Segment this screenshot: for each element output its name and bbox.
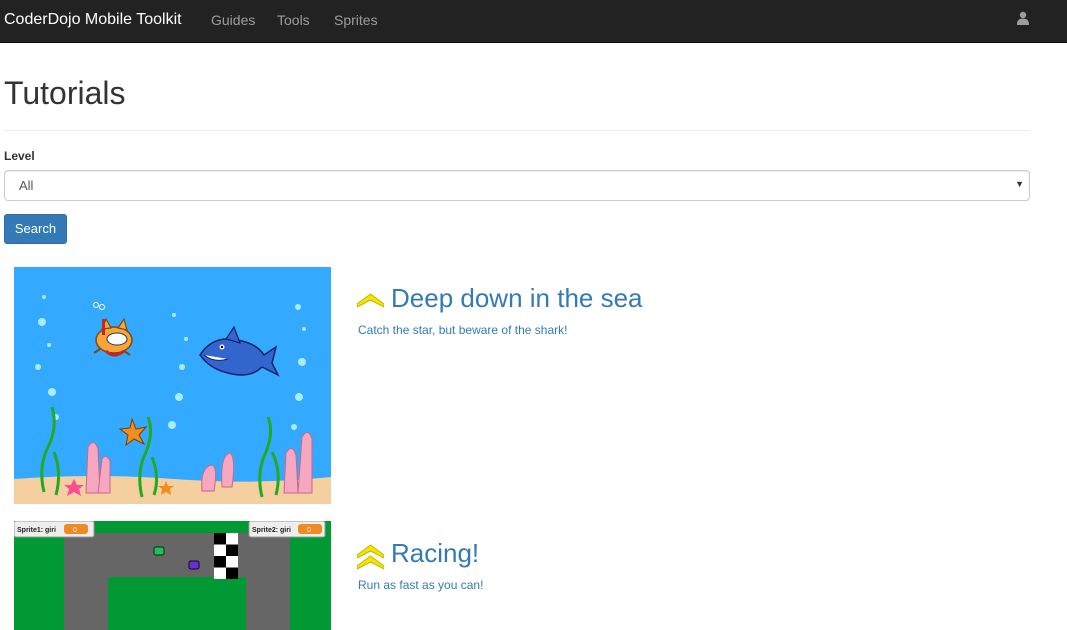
brand-link[interactable]: CoderDojo Mobile Toolkit: [4, 11, 182, 29]
tutorial-title-racing[interactable]: Racing!: [391, 538, 479, 569]
nav-sprites[interactable]: Sprites: [334, 12, 378, 28]
chevron-down-icon: ▼: [1015, 179, 1024, 189]
tutorial-thumbnail-racing[interactable]: Sprite1: giri 0 Sprite2: giri 0: [14, 521, 331, 630]
double-chevron-up-icon: [356, 544, 385, 575]
single-chevron-up-icon: [356, 292, 385, 313]
navbar: CoderDojo Mobile Toolkit Guides Tools Sp…: [0, 0, 1067, 43]
level-label: Level: [4, 149, 35, 163]
tutorial-thumbnail-sea[interactable]: [14, 267, 331, 504]
sprite2-label: Sprite2: giri: [252, 527, 291, 534]
sprite2-value: 0: [307, 527, 311, 534]
level-select[interactable]: All ▼: [4, 170, 1030, 201]
tutorial-description-racing: Run as fast as you can!: [358, 578, 484, 592]
search-button[interactable]: Search: [4, 214, 67, 244]
nav-tools[interactable]: Tools: [277, 12, 310, 28]
tutorial-title-sea[interactable]: Deep down in the sea: [391, 283, 643, 314]
tutorial-description-sea: Catch the star, but beware of the shark!: [358, 323, 568, 337]
title-divider: [4, 130, 1030, 131]
user-icon[interactable]: [1016, 11, 1030, 25]
page-title: Tutorials: [4, 75, 126, 111]
sprite1-value: 0: [73, 527, 77, 534]
sprite1-label: Sprite1: giri: [17, 527, 56, 534]
level-select-value: All: [19, 178, 34, 193]
nav-guides[interactable]: Guides: [211, 12, 255, 28]
